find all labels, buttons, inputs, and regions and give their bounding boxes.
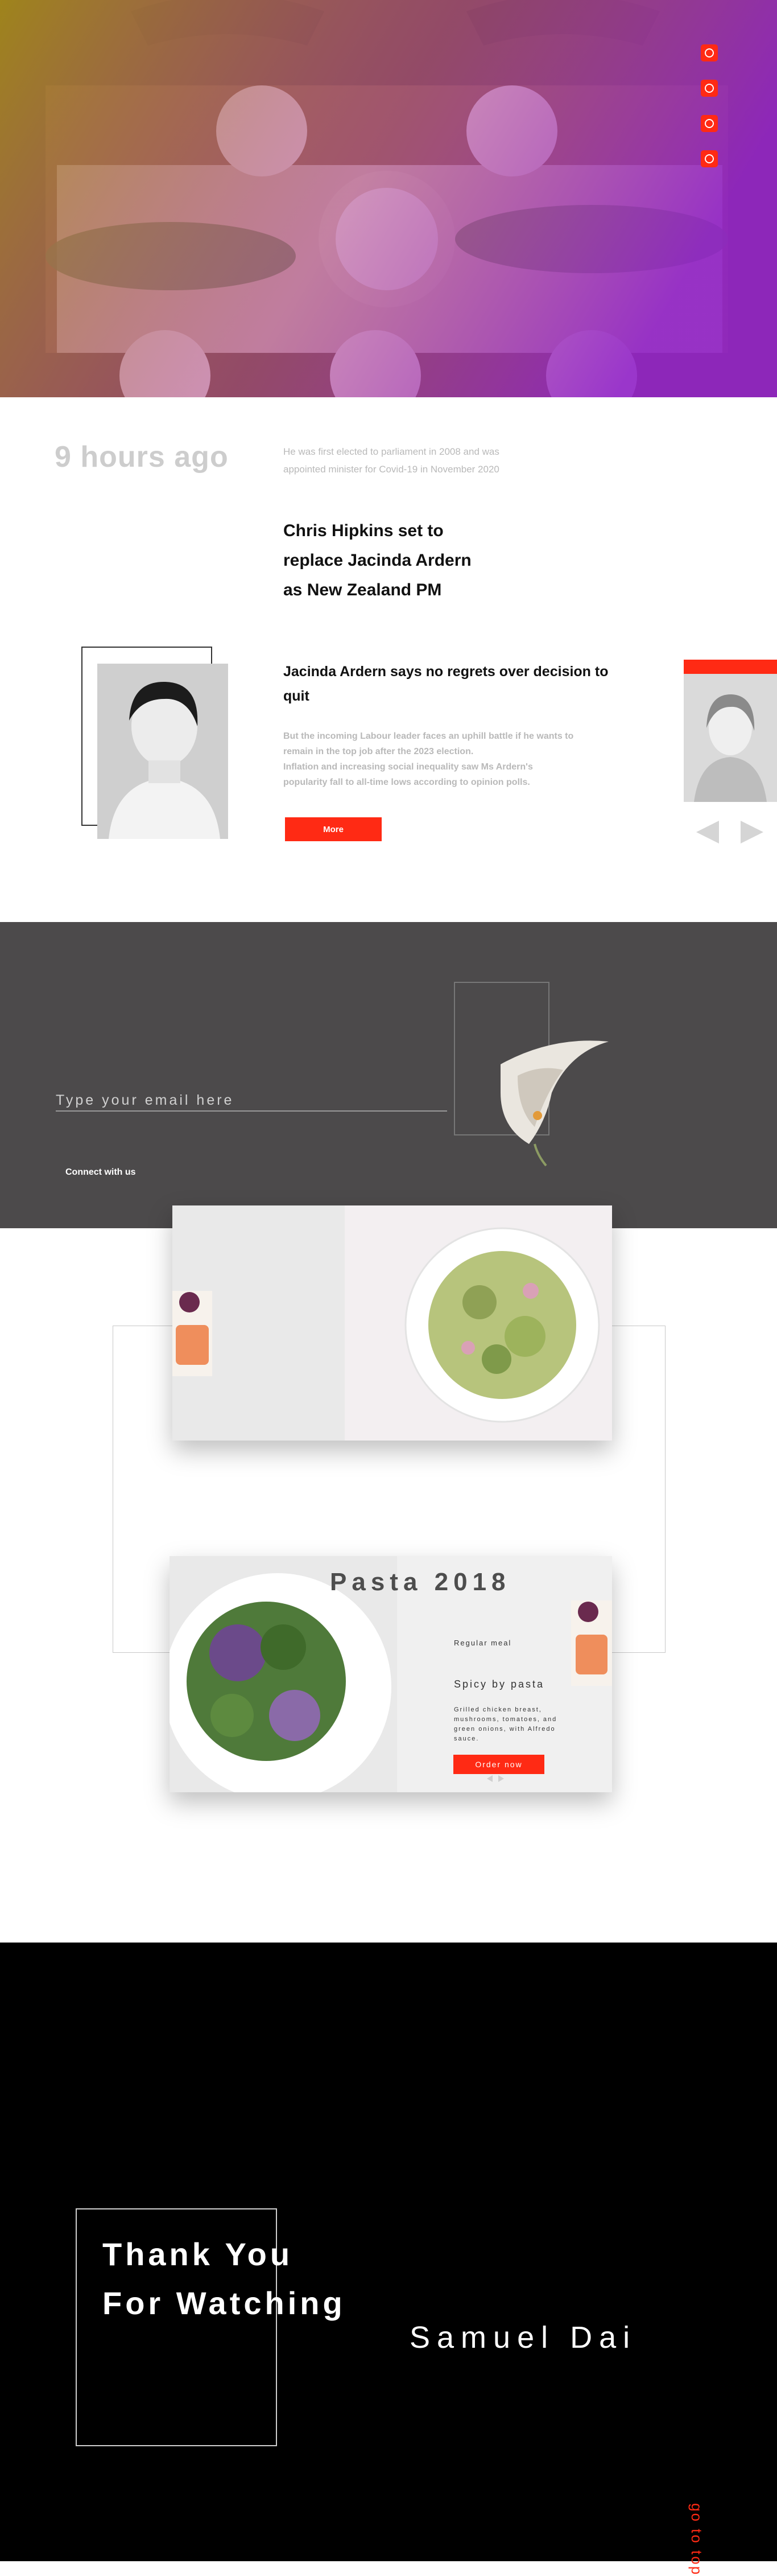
linkedin-icon[interactable]	[701, 150, 718, 167]
pasta-title: Pasta 2018	[330, 1568, 511, 1596]
sub-body: But the incoming Labour leader faces an …	[283, 729, 625, 790]
author-name: Samuel Dai	[410, 2320, 637, 2355]
pinterest-icon[interactable]	[701, 80, 718, 97]
pasta-plate-image	[404, 1227, 600, 1423]
more-button[interactable]: More	[285, 817, 382, 841]
pasta-card-one[interactable]	[172, 1205, 612, 1441]
headline-line: replace Jacinda Ardern	[283, 551, 472, 570]
headline-line: as New Zealand PM	[283, 581, 442, 599]
newsletter-section: Connect with us	[0, 922, 777, 1228]
news-time-ago: 9 hours ago	[55, 441, 229, 474]
footer-section: Thank You For Watching Samuel Dai go to …	[0, 1943, 777, 2576]
arrow-left-icon[interactable]	[487, 1775, 493, 1782]
portrait-photo	[97, 664, 228, 839]
thanks-line: Thank You	[102, 2236, 294, 2272]
mail-icon[interactable]	[701, 44, 718, 61]
arrow-right-icon[interactable]	[498, 1775, 504, 1782]
headline-line: Chris Hipkins set to	[283, 521, 444, 540]
news-intro: He was first elected to parliament in 20…	[283, 446, 499, 475]
arrow-right-icon[interactable]	[741, 821, 763, 843]
body-line: popularity fall to all-time lows accordi…	[283, 777, 530, 787]
body-line: Inflation and increasing social inequali…	[283, 762, 533, 772]
calla-lily-image	[501, 1040, 609, 1167]
spicy-label: Spicy by pasta	[454, 1678, 545, 1690]
regular-meal-label: Regular meal	[454, 1639, 512, 1647]
connect-label[interactable]: Connect with us	[65, 1167, 136, 1178]
side-card-photo[interactable]	[684, 674, 777, 802]
thanks-heading: Thank You For Watching	[102, 2230, 346, 2328]
sub-headline[interactable]: Jacinda Ardern says no regrets over deci…	[283, 660, 625, 709]
body-line: remain in the top job after the 2023 ele…	[283, 747, 474, 756]
hero-banner	[0, 0, 777, 397]
news-headline[interactable]: Chris Hipkins set to replace Jacinda Ard…	[283, 516, 505, 605]
order-now-button[interactable]: Order now	[453, 1755, 544, 1774]
thanks-line: For Watching	[102, 2285, 346, 2321]
arrow-left-icon[interactable]	[696, 821, 719, 843]
dribbble-icon[interactable]	[701, 115, 718, 132]
salmon-thumbnail	[172, 1291, 212, 1376]
body-line: But the incoming Labour leader faces an …	[283, 731, 574, 741]
go-to-top-link[interactable]: go to top	[688, 2503, 705, 2576]
side-card-accent	[684, 660, 777, 674]
table-setting-image	[0, 0, 777, 397]
email-input[interactable]	[56, 1090, 447, 1112]
dish-description: Grilled chicken breast, mushrooms, tomat…	[454, 1706, 557, 1742]
salmon-thumbnail	[571, 1600, 612, 1686]
